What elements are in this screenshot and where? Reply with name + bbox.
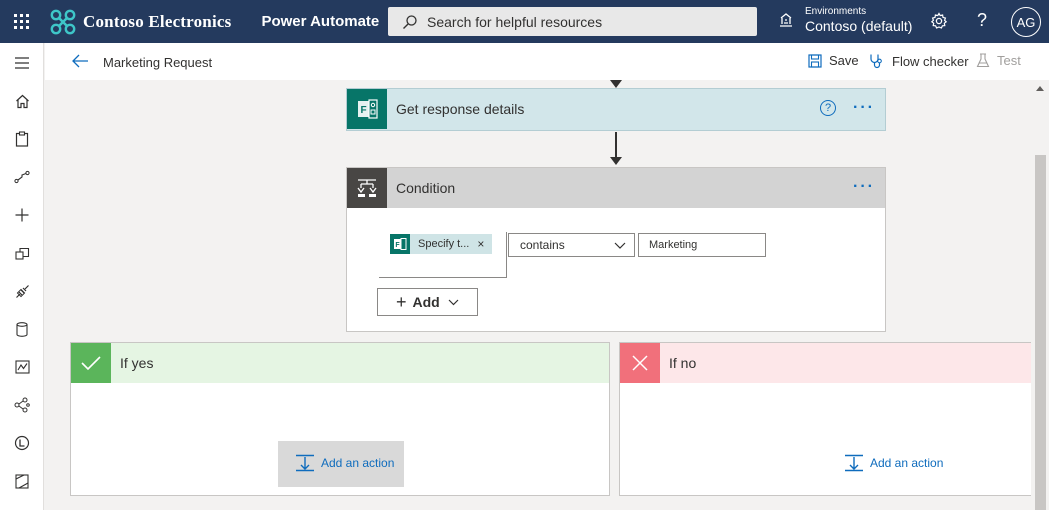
connector-line [615, 132, 617, 158]
flow-designer-canvas: F Get response details ? ··· Condition ·… [45, 80, 1031, 510]
test-label: Test [997, 53, 1021, 68]
get-response-details-card[interactable]: F Get response details ? ··· [346, 88, 886, 131]
if-no-branch: If no Add an action [619, 342, 1031, 496]
nav-templates[interactable] [0, 239, 44, 267]
svg-text:F: F [361, 105, 367, 116]
stethoscope-icon [870, 54, 882, 69]
left-nav-rail [0, 43, 44, 510]
environment-label: Environments [805, 6, 867, 17]
dynamic-content-token[interactable]: F Specify t... × [390, 234, 493, 254]
condition-title: Condition [396, 180, 456, 196]
checkmark-icon [71, 343, 111, 383]
solutions-icon [15, 473, 29, 489]
if-no-title: If no [669, 355, 697, 371]
save-label: Save [829, 53, 859, 68]
add-action-icon [845, 454, 863, 472]
brand[interactable]: Contoso Electronics [49, 8, 231, 36]
connector-arrow-icon [610, 157, 622, 165]
nav-create[interactable] [0, 201, 44, 229]
data-icon [16, 321, 28, 337]
nav-monitor[interactable] [0, 353, 44, 381]
if-yes-branch: If yes Add an action [70, 342, 610, 496]
contoso-logo-icon [50, 9, 76, 34]
chevron-down-icon [614, 242, 626, 249]
help-icon[interactable]: ? [977, 10, 987, 31]
condition-card[interactable]: Condition ··· F Specify t... × contains … [346, 167, 886, 332]
brand-name: Contoso Electronics [83, 11, 232, 31]
app-launcher-button[interactable] [0, 0, 43, 43]
nav-home[interactable] [0, 87, 44, 115]
plus-icon [15, 208, 29, 222]
templates-icon [14, 247, 29, 260]
environment-picker[interactable]: Environments Contoso (default) [778, 6, 912, 34]
condition-value: Marketing [649, 239, 698, 251]
command-bar: Marketing Request Save Flow checker Test [45, 43, 1049, 80]
svg-text:F: F [395, 242, 400, 249]
test-button[interactable]: Test [976, 53, 1021, 68]
token-remove-icon[interactable]: × [477, 237, 484, 251]
canvas-scrollbar[interactable] [1031, 80, 1049, 510]
help-circle-icon[interactable]: ? [820, 100, 836, 116]
condition-value-input[interactable]: Marketing [638, 233, 766, 257]
plus-icon: + [396, 291, 407, 312]
back-arrow-icon[interactable] [71, 53, 89, 69]
environment-icon [780, 13, 792, 27]
condition-icon [347, 168, 387, 208]
token-label: Specify t... [418, 238, 470, 250]
operator-dropdown[interactable]: contains [508, 233, 635, 257]
user-avatar[interactable]: AG [1011, 7, 1041, 37]
environment-value: Contoso (default) [805, 18, 913, 34]
search-input[interactable]: Search for helpful resources [388, 7, 757, 36]
more-options-icon[interactable]: ··· [853, 99, 875, 117]
flask-icon [976, 53, 990, 68]
nav-connectors[interactable] [0, 277, 44, 305]
monitor-icon [14, 360, 30, 374]
settings-gear-icon[interactable] [930, 12, 948, 30]
chevron-down-icon [448, 299, 459, 306]
waffle-icon [14, 14, 29, 29]
add-action-label: Add an action [321, 456, 395, 470]
ai-icon [14, 397, 30, 413]
clipboard-icon [15, 131, 29, 147]
nav-solutions[interactable] [0, 467, 44, 495]
flow-checker-label: Flow checker [892, 53, 969, 69]
home-icon [15, 94, 29, 108]
if-no-add-action-button[interactable]: Add an action [844, 454, 943, 472]
flow-title: Marketing Request [103, 55, 213, 70]
top-header: Contoso Electronics Power Automate Searc… [0, 0, 1049, 43]
nav-data[interactable] [0, 315, 44, 343]
add-condition-button[interactable]: + Add [377, 288, 478, 316]
process-icon [14, 435, 30, 451]
microsoft-forms-icon: F [347, 89, 387, 129]
connector-arrow-icon [610, 80, 622, 88]
close-x-icon [620, 343, 660, 383]
search-icon [403, 14, 417, 29]
nav-my-flows[interactable] [0, 163, 44, 191]
get-response-details-title: Get response details [396, 101, 525, 117]
add-action-icon [296, 454, 314, 472]
hamburger-icon [15, 57, 29, 69]
search-placeholder: Search for helpful resources [427, 13, 603, 30]
connector-icon [15, 284, 29, 298]
if-yes-add-action-button[interactable]: Add an action [295, 454, 394, 472]
add-action-label: Add an action [870, 456, 944, 470]
if-yes-title: If yes [120, 355, 154, 371]
operator-value: contains [520, 238, 565, 252]
save-icon [808, 53, 822, 68]
nav-action-items[interactable] [0, 125, 44, 153]
save-button[interactable]: Save [808, 53, 859, 68]
add-label: Add [412, 294, 440, 310]
more-options-icon[interactable]: ··· [853, 178, 875, 196]
nav-ai-builder[interactable] [0, 391, 44, 419]
scrollbar-thumb[interactable] [1035, 155, 1046, 510]
microsoft-forms-icon: F [390, 234, 410, 254]
nav-process-advisor[interactable] [0, 429, 44, 457]
flow-checker-button[interactable]: Flow checker [869, 53, 969, 69]
collapse-menu-button[interactable] [0, 49, 44, 77]
scroll-up-arrow-icon[interactable] [1036, 86, 1044, 91]
app-name[interactable]: Power Automate [261, 13, 379, 30]
flow-icon [14, 170, 30, 184]
